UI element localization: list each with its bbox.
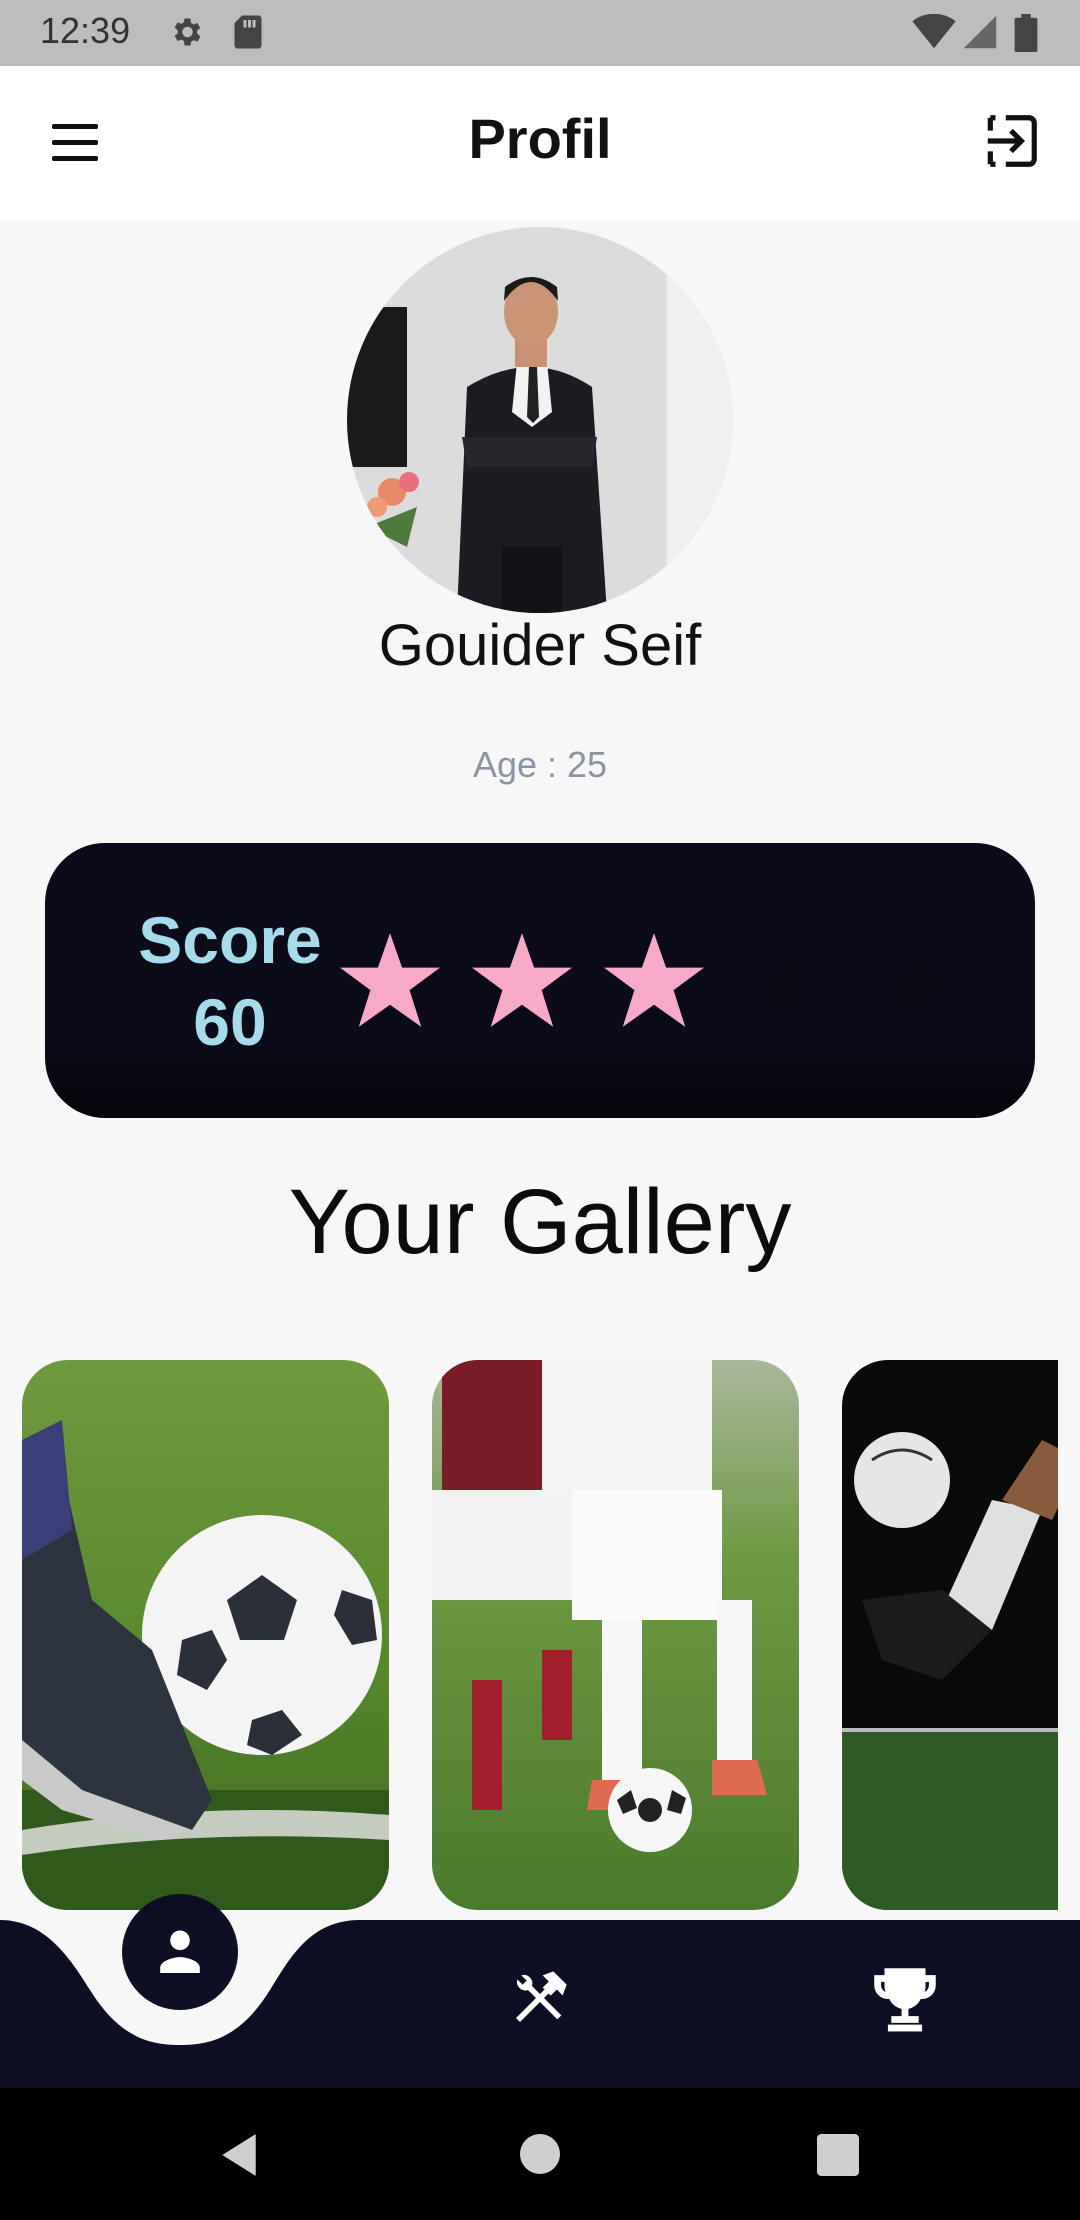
status-time: 12:39	[40, 10, 131, 51]
gallery-item[interactable]	[22, 1360, 389, 1910]
page-title: Profil	[468, 107, 612, 170]
trophy-icon	[874, 1968, 936, 2032]
gallery-image-boot-ball	[22, 1360, 389, 1910]
person-icon	[160, 1930, 200, 1973]
tools-icon	[516, 1971, 567, 2022]
recents-icon[interactable]	[817, 2134, 859, 2176]
bottom-navigation	[0, 1894, 1080, 2088]
star-shape	[604, 933, 704, 1027]
logout-icon	[987, 115, 1037, 167]
nav-trophy-button[interactable]	[862, 1956, 948, 2042]
star-shape	[736, 933, 836, 1027]
battery-icon	[1014, 14, 1038, 52]
gallery-carousel[interactable]	[0, 1360, 1058, 1910]
signal-icon	[963, 15, 997, 49]
score-value: 60	[193, 985, 267, 1059]
gallery-item[interactable]	[842, 1360, 1058, 1910]
star-icon	[604, 933, 704, 1027]
gallery-item[interactable]	[432, 1360, 799, 1910]
star-shape	[340, 933, 440, 1027]
gear-icon	[174, 18, 201, 46]
score-label: Score	[138, 903, 322, 977]
gallery-image-kick	[842, 1360, 1058, 1910]
logout-button[interactable]	[980, 110, 1042, 172]
score-display: Score 60	[105, 899, 355, 1063]
star-shape	[868, 933, 968, 1027]
profile-photo	[347, 227, 733, 613]
home-icon[interactable]	[520, 2134, 560, 2174]
score-card: Score 60	[45, 843, 1035, 1118]
nav-tools-button[interactable]	[500, 1958, 580, 2038]
gallery-image-players	[432, 1360, 799, 1910]
gallery-title: Your Gallery	[288, 1171, 792, 1273]
sd-card-icon	[234, 15, 262, 49]
app-bar: Profil	[0, 66, 1080, 220]
back-icon[interactable]	[218, 2132, 260, 2178]
profile-name: Gouider Seif	[378, 613, 702, 678]
star-icon	[340, 933, 440, 1027]
star-shape	[472, 933, 572, 1027]
profile-age: Age : 25	[472, 744, 608, 785]
nav-profile-button[interactable]	[122, 1894, 238, 2010]
wifi-icon	[912, 14, 956, 49]
star-icon	[472, 933, 572, 1027]
status-bar: 12:39	[0, 0, 1080, 66]
star-icon	[736, 933, 836, 1027]
star-icon	[868, 933, 968, 1027]
system-navigation-bar	[0, 2088, 1080, 2220]
avatar[interactable]	[347, 227, 733, 613]
